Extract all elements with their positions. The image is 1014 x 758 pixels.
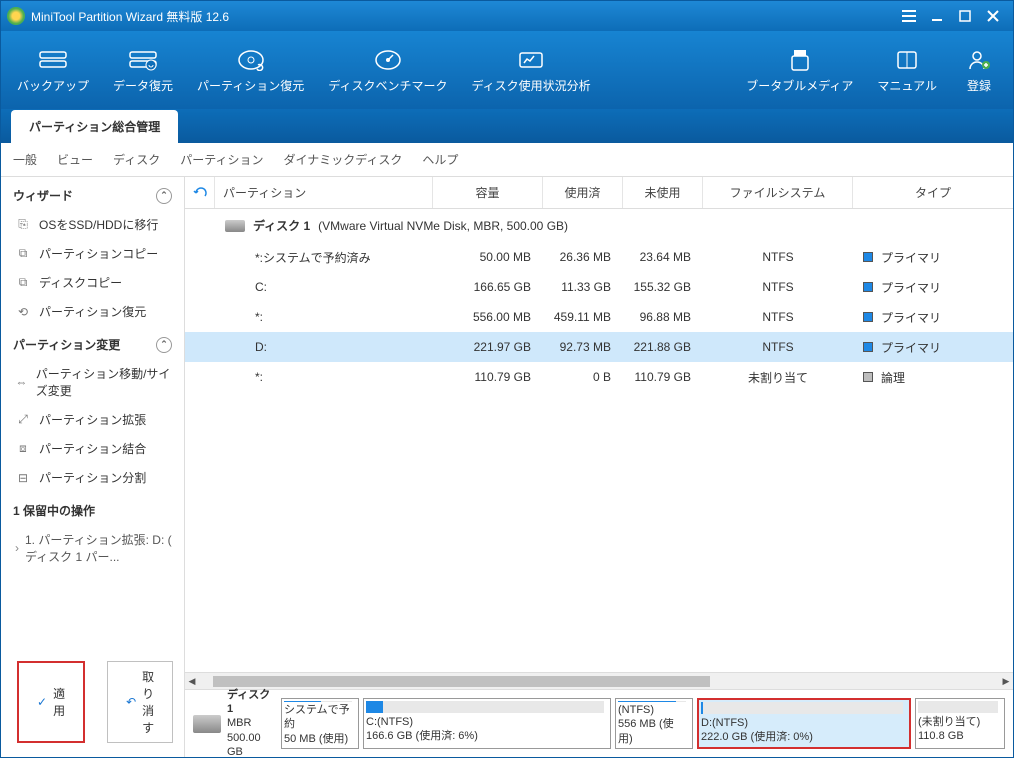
undo-icon: ↶ <box>126 695 136 709</box>
col-partition[interactable]: パーティション <box>215 177 433 208</box>
main-panel: パーティション 容量 使用済 未使用 ファイルシステム タイプ ディスク 1 (… <box>184 177 1013 757</box>
resize-icon: ⇔ <box>15 374 28 390</box>
type-color-icon <box>863 372 873 382</box>
main-toolbar: バックアップ データ復元 パーティション復元 ディスクベンチマーク ディスク使用… <box>1 31 1013 109</box>
diskmap-block[interactable]: (NTFS)556 MB (使用) <box>615 698 693 749</box>
sidebar-disk-copy[interactable]: ⧉ディスクコピー <box>1 268 184 297</box>
copy-icon: ⧉ <box>15 246 31 262</box>
menu-general[interactable]: 一般 <box>13 151 37 168</box>
backup-button[interactable]: バックアップ <box>5 41 101 100</box>
menu-view[interactable]: ビュー <box>57 151 93 168</box>
book-icon <box>892 47 922 73</box>
scroll-thumb[interactable] <box>213 676 710 687</box>
bootable-media-button[interactable]: ブータブルメディア <box>734 41 865 100</box>
chevron-up-icon: ⌃ <box>156 188 172 204</box>
migrate-icon: ⎘ <box>15 217 31 233</box>
pending-header: 1 保留中の操作 <box>1 492 184 525</box>
data-recovery-button[interactable]: データ復元 <box>101 41 185 100</box>
minimize-button[interactable] <box>923 6 951 26</box>
recovery-icon: ⟲ <box>15 304 31 320</box>
disk-icon <box>225 220 245 232</box>
pending-operation[interactable]: ›1. パーティション拡張: D: ( ディスク 1 パー... <box>1 525 184 571</box>
menu-help[interactable]: ヘルプ <box>422 151 458 168</box>
scroll-left-icon[interactable]: ◀ <box>185 674 199 688</box>
disk-copy-icon: ⧉ <box>15 275 31 291</box>
partition-row[interactable]: C:166.65 GB11.33 GB155.32 GBNTFSプライマリ <box>185 272 1013 302</box>
close-button[interactable] <box>979 6 1007 26</box>
tab-partition-management[interactable]: パーティション総合管理 <box>11 110 178 143</box>
window-title: MiniTool Partition Wizard 無料版 12.6 <box>31 8 895 25</box>
undo-button[interactable]: ↶取り消す <box>107 661 173 743</box>
backup-icon <box>38 47 68 73</box>
partition-row[interactable]: *:556.00 MB459.11 MB96.88 MBNTFSプライマリ <box>185 302 1013 332</box>
sidebar-split[interactable]: ⊟パーティション分割 <box>1 463 184 492</box>
sidebar-partition-copy[interactable]: ⧉パーティションコピー <box>1 239 184 268</box>
user-plus-icon <box>964 47 994 73</box>
extend-icon: ⤢ <box>15 412 31 428</box>
menu-dynamic-disk[interactable]: ダイナミックディスク <box>283 151 402 168</box>
partition-recovery-button[interactable]: パーティション復元 <box>185 41 316 100</box>
refresh-button[interactable] <box>185 177 215 208</box>
col-unused[interactable]: 未使用 <box>623 177 703 208</box>
sidebar-extend[interactable]: ⤢パーティション拡張 <box>1 405 184 434</box>
split-icon: ⊟ <box>15 470 31 486</box>
disk-map: ディスク 1MBR500.00 GB システムで予約50 MB (使用)C:(N… <box>185 689 1013 757</box>
benchmark-icon <box>373 47 403 73</box>
col-capacity[interactable]: 容量 <box>433 177 543 208</box>
diskmap-label: ディスク 1MBR500.00 GB <box>193 698 277 749</box>
diskmap-block[interactable]: C:(NTFS)166.6 GB (使用済: 6%) <box>363 698 611 749</box>
grid-body: ディスク 1 (VMware Virtual NVMe Disk, MBR, 5… <box>185 209 1013 672</box>
partition-row[interactable]: D:221.97 GB92.73 MB221.88 GBNTFSプライマリ <box>185 332 1013 362</box>
manual-button[interactable]: マニュアル <box>865 41 949 100</box>
change-header[interactable]: パーティション変更⌃ <box>1 326 184 359</box>
menubar: 一般 ビュー ディスク パーティション ダイナミックディスク ヘルプ <box>1 143 1013 177</box>
partition-row[interactable]: *:システムで予約済み50.00 MB26.36 MB23.64 MBNTFSプ… <box>185 242 1013 272</box>
menu-disk[interactable]: ディスク <box>113 151 160 168</box>
chevron-up-icon: ⌃ <box>156 337 172 353</box>
arrow-icon: › <box>15 541 19 555</box>
disk-icon <box>193 715 221 733</box>
col-used[interactable]: 使用済 <box>543 177 623 208</box>
col-filesystem[interactable]: ファイルシステム <box>703 177 853 208</box>
scroll-right-icon[interactable]: ▶ <box>999 674 1013 688</box>
horizontal-scrollbar[interactable]: ◀ ▶ <box>185 672 1013 689</box>
sidebar: ウィザード⌃ ⎘OSをSSD/HDDに移行 ⧉パーティションコピー ⧉ディスクコ… <box>1 177 184 757</box>
menu-partition[interactable]: パーティション <box>180 151 263 168</box>
diskmap-block[interactable]: (未割り当て)110.8 GB <box>915 698 1005 749</box>
sidebar-migrate-os[interactable]: ⎘OSをSSD/HDDに移行 <box>1 210 184 239</box>
titlebar: MiniTool Partition Wizard 無料版 12.6 <box>1 1 1013 31</box>
register-button[interactable]: 登録 <box>949 41 1009 100</box>
type-color-icon <box>863 342 873 352</box>
maximize-button[interactable] <box>951 6 979 26</box>
disk-usage-icon <box>516 47 546 73</box>
sidebar-merge[interactable]: ⧈パーティション結合 <box>1 434 184 463</box>
benchmark-button[interactable]: ディスクベンチマーク <box>316 41 459 100</box>
data-recovery-icon <box>128 47 158 73</box>
disk-usage-button[interactable]: ディスク使用状況分析 <box>459 41 602 100</box>
disk-row[interactable]: ディスク 1 (VMware Virtual NVMe Disk, MBR, 5… <box>185 209 1013 242</box>
usb-icon <box>785 47 815 73</box>
check-icon: ✓ <box>37 695 47 709</box>
diskmap-block[interactable]: システムで予約50 MB (使用) <box>281 698 359 749</box>
grid-header: パーティション 容量 使用済 未使用 ファイルシステム タイプ <box>185 177 1013 209</box>
partition-recovery-icon <box>236 47 266 73</box>
sidebar-partition-recovery[interactable]: ⟲パーティション復元 <box>1 297 184 326</box>
type-color-icon <box>863 312 873 322</box>
merge-icon: ⧈ <box>15 441 31 457</box>
partition-row[interactable]: *:110.79 GB0 B110.79 GB未割り当て論理 <box>185 362 1013 392</box>
menu-icon[interactable] <box>895 6 923 26</box>
col-type[interactable]: タイプ <box>853 177 1013 208</box>
diskmap-block[interactable]: D:(NTFS)222.0 GB (使用済: 0%) <box>697 698 911 749</box>
type-color-icon <box>863 252 873 262</box>
type-color-icon <box>863 282 873 292</box>
apply-button[interactable]: ✓適用 <box>17 661 85 743</box>
tab-strip: パーティション総合管理 <box>1 109 1013 143</box>
sidebar-move-resize[interactable]: ⇔パーティション移動/サイズ変更 <box>1 359 184 405</box>
wizard-header[interactable]: ウィザード⌃ <box>1 177 184 210</box>
app-logo-icon <box>7 7 25 25</box>
